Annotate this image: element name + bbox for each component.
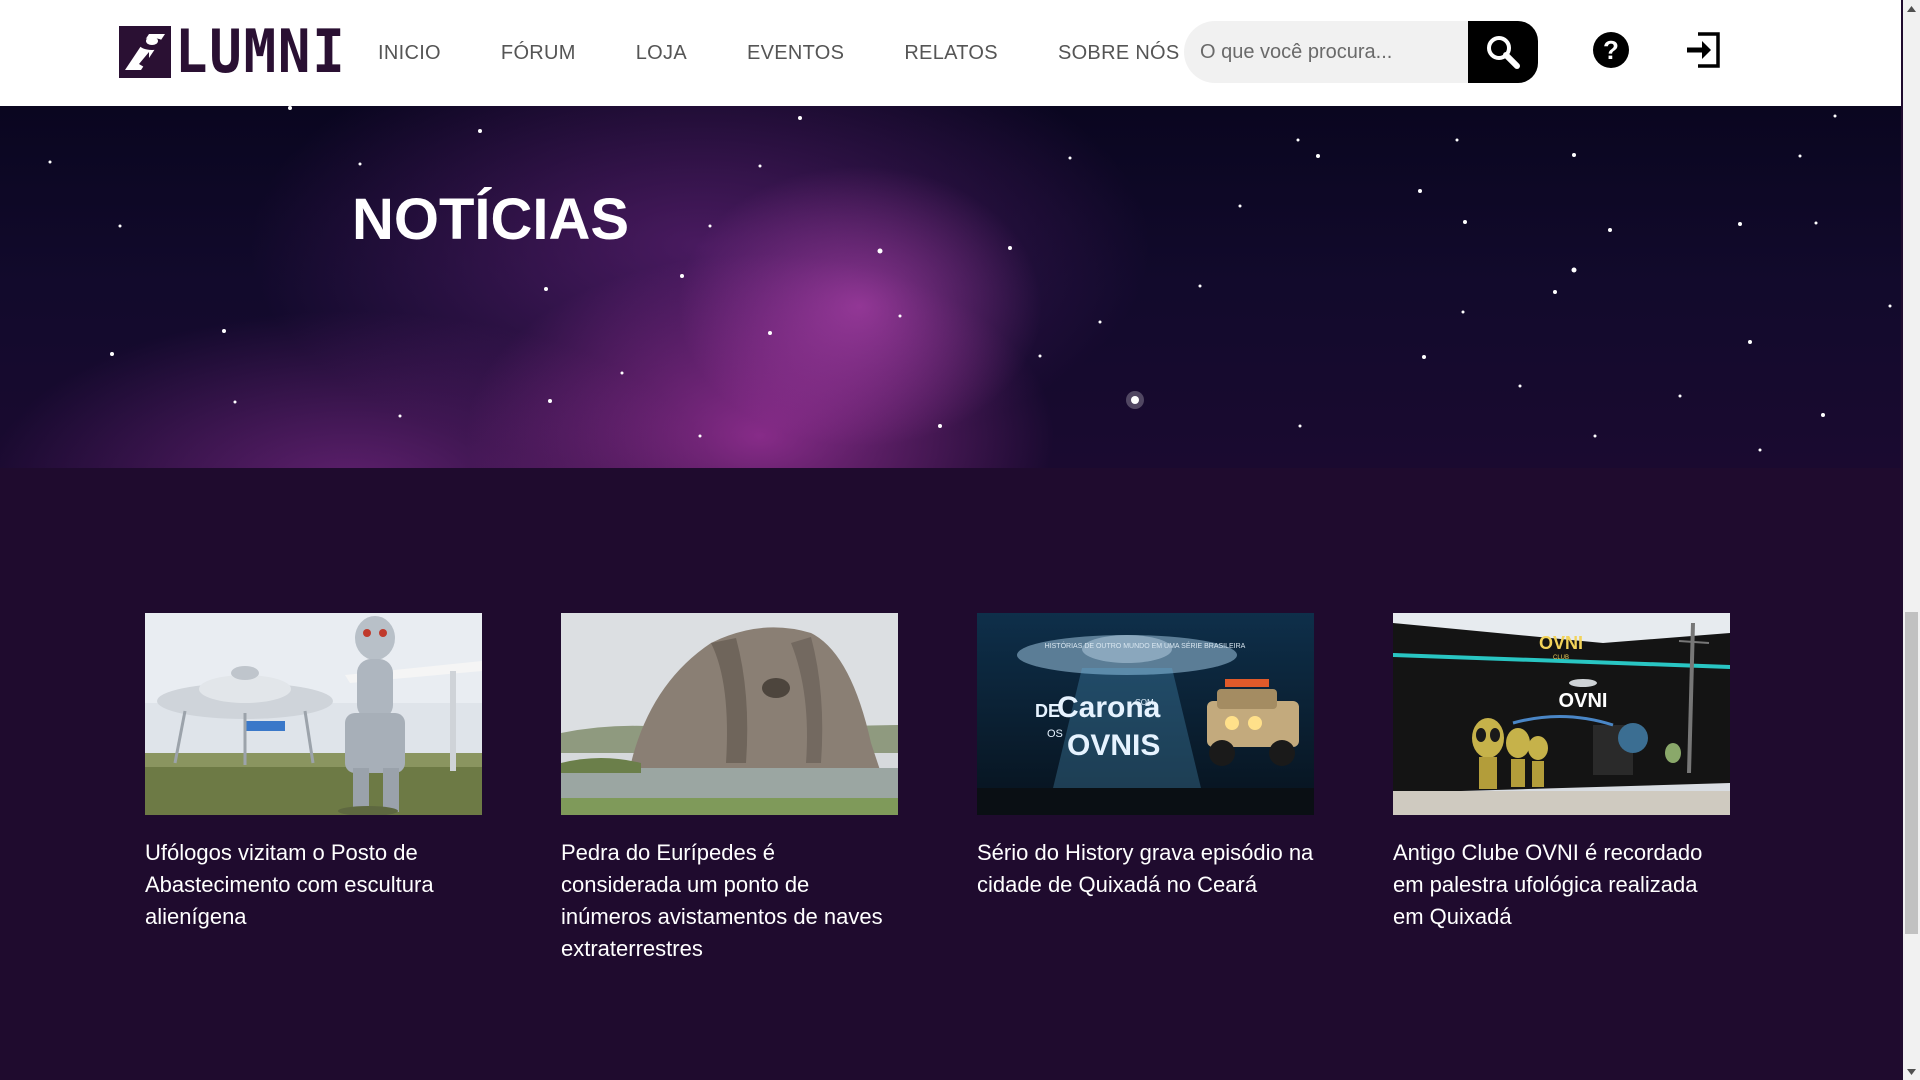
search-bar: [1184, 21, 1538, 83]
nav-item-loja[interactable]: LOJA: [636, 42, 687, 65]
poster-line4: OS: [1047, 728, 1063, 740]
nav-item-forum[interactable]: FÓRUM: [501, 42, 576, 65]
news-thumbnail-rock-formation[interactable]: [561, 613, 898, 815]
question-circle-icon: ?: [1593, 32, 1629, 68]
nav-item-sobre-nos[interactable]: SOBRE NÓS: [1058, 42, 1180, 65]
hero-banner: NOTÍCIAS: [0, 106, 1901, 468]
main-nav: INICIO FÓRUM LOJA EVENTOS RELATOS SOBRE …: [378, 0, 1240, 106]
page-scrollbar[interactable]: [1903, 0, 1920, 1080]
news-list: Ufólogos vizitam o Posto de Abasteciment…: [145, 613, 1730, 965]
ufo-logo-icon: [119, 26, 171, 78]
scroll-up-arrow-icon[interactable]: [1903, 0, 1920, 17]
nav-item-inicio[interactable]: INICIO: [378, 42, 441, 65]
news-thumbnail-series-poster[interactable]: HISTÓRIAS DE OUTRO MUNDO EM UMA SÉRIE BR…: [977, 613, 1314, 815]
news-card[interactable]: HISTÓRIAS DE OUTRO MUNDO EM UMA SÉRIE BR…: [977, 613, 1314, 965]
page-title: NOTÍCIAS: [352, 187, 630, 252]
news-title[interactable]: Pedra do Eurípedes é considerada um pont…: [561, 837, 898, 965]
poster-line3: COM: [1135, 698, 1154, 707]
news-title[interactable]: Ufólogos vizitam o Posto de Abasteciment…: [145, 837, 482, 933]
scroll-down-arrow-icon[interactable]: [1903, 1063, 1920, 1080]
news-card[interactable]: Ufólogos vizitam o Posto de Abasteciment…: [145, 613, 482, 965]
club-sign-top: OVNI: [1539, 633, 1583, 653]
news-title[interactable]: Antigo Clube OVNI é recordado em palestr…: [1393, 837, 1730, 933]
logo-text: LUMNI: [175, 17, 347, 87]
poster-tagline: HISTÓRIAS DE OUTRO MUNDO EM UMA SÉRIE BR…: [1045, 641, 1246, 650]
news-title[interactable]: Sério do History grava episódio na cidad…: [977, 837, 1314, 901]
news-thumbnail-ovni-club[interactable]: OVNI CLUB OVNI: [1393, 613, 1730, 815]
scrollbar-thumb[interactable]: [1905, 612, 1918, 934]
poster-line5: OVNIS: [1067, 729, 1160, 762]
help-button[interactable]: ?: [1593, 32, 1629, 68]
login-button[interactable]: [1684, 30, 1722, 70]
news-thumbnail-alien-statue[interactable]: [145, 613, 482, 815]
starfield-background: [48, 106, 1892, 452]
club-sign-main: OVNI: [1559, 690, 1608, 712]
sign-in-icon: [1687, 32, 1720, 68]
site-header: LUMNI INICIO FÓRUM LOJA EVENTOS RELATOS …: [0, 0, 1901, 106]
nav-item-eventos[interactable]: EVENTOS: [747, 42, 844, 65]
nav-item-relatos[interactable]: RELATOS: [904, 42, 998, 65]
search-icon: [1487, 36, 1520, 69]
svg-text:?: ?: [1603, 35, 1619, 65]
site-logo[interactable]: LUMNI: [119, 17, 366, 87]
search-input[interactable]: [1184, 21, 1468, 83]
search-button[interactable]: [1468, 21, 1538, 83]
club-sign-sub: CLUB: [1553, 655, 1569, 661]
news-card[interactable]: OVNI CLUB OVNI Antigo Clube OVNI é recor…: [1393, 613, 1730, 965]
poster-line2: Carona: [1057, 691, 1161, 724]
news-card[interactable]: Pedra do Eurípedes é considerada um pont…: [561, 613, 898, 965]
